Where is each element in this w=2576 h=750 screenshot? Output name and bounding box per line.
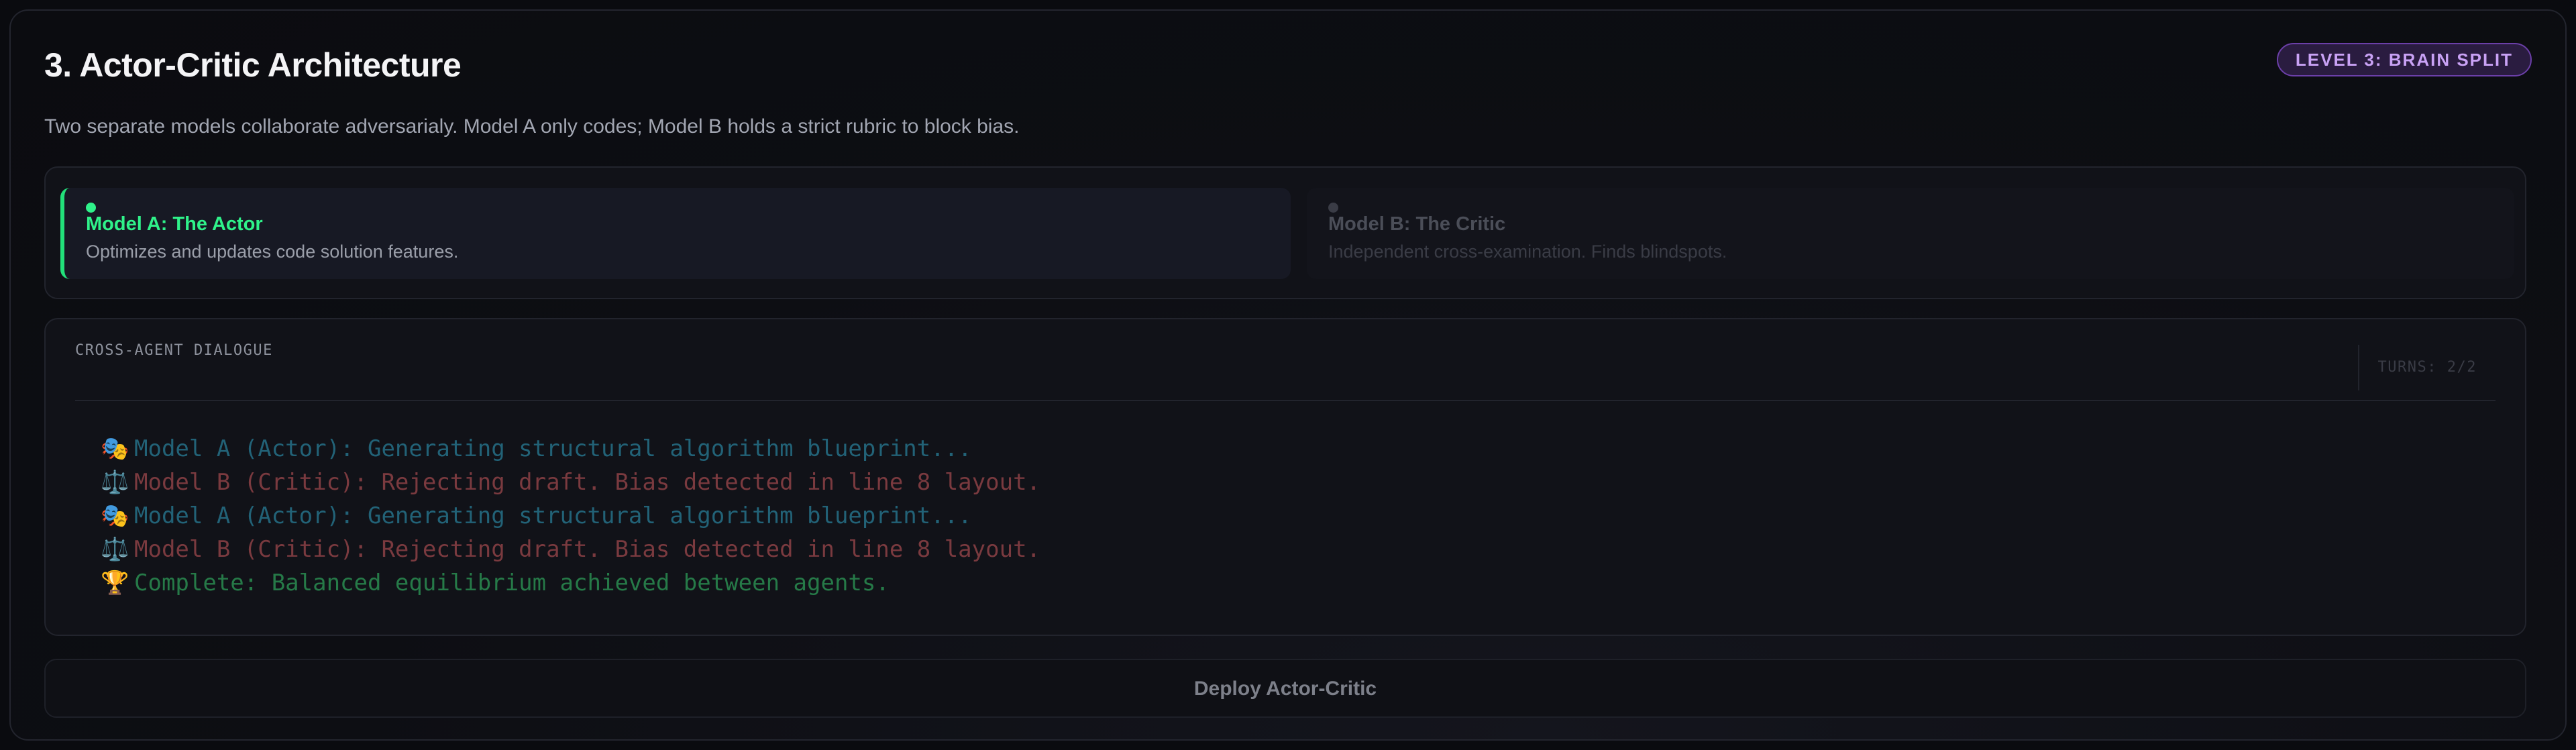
log-line: 🏆 Complete: Balanced equilibrium achieved… — [101, 566, 2470, 600]
page-subtitle: Two separate models collaborate adversar… — [44, 115, 1020, 138]
dialogue-label: CROSS-AGENT DIALOGUE — [75, 342, 273, 359]
status-dot-icon — [86, 203, 96, 213]
log-line: ⚖️ Model B (Critic): Rejecting draft. Bia… — [101, 466, 2470, 499]
trophy-icon: 🏆 — [101, 570, 129, 596]
dialogue-log: 🎭 Model A (Actor): Generating structural … — [75, 401, 2496, 620]
balance-scale-icon: ⚖️ — [101, 469, 129, 496]
model-a-description: Optimizes and updates code solution feat… — [86, 242, 459, 262]
cross-agent-dialogue: CROSS-AGENT DIALOGUE TURNS: 2/2 🎭 Model A… — [44, 318, 2526, 636]
model-b-description: Independent cross-examination. Finds bli… — [1328, 242, 1727, 262]
log-line: 🎭 Model A (Actor): Generating structural … — [101, 432, 2470, 466]
log-text: Model B (Critic): Rejecting draft. Bias … — [134, 469, 1041, 496]
log-text: Model A (Actor): Generating structural a… — [134, 435, 972, 462]
balance-scale-icon: ⚖️ — [101, 536, 129, 563]
model-b-card[interactable]: Model B: The Critic Independent cross-ex… — [1307, 188, 2514, 279]
log-text: Model B (Critic): Rejecting draft. Bias … — [134, 536, 1041, 563]
status-dot-icon — [1328, 203, 1338, 213]
log-line: ⚖️ Model B (Critic): Rejecting draft. Bia… — [101, 533, 2470, 566]
model-a-name: Model A: The Actor — [86, 213, 263, 235]
theater-masks-icon: 🎭 — [101, 502, 129, 529]
log-line: 🎭 Model A (Actor): Generating structural … — [101, 499, 2470, 533]
level-badge: LEVEL 3: BRAIN SPLIT — [2276, 43, 2532, 76]
turns-counter: TURNS: 2/2 — [2357, 345, 2496, 390]
actor-critic-panel: 3. Actor-Critic Architecture LEVEL 3: BR… — [9, 9, 2567, 741]
log-text: Model A (Actor): Generating structural a… — [134, 502, 972, 529]
model-selector: Model A: The Actor Optimizes and updates… — [44, 166, 2526, 299]
model-b-name: Model B: The Critic — [1328, 213, 1506, 235]
model-a-card[interactable]: Model A: The Actor Optimizes and updates… — [60, 188, 1291, 279]
theater-masks-icon: 🎭 — [101, 435, 129, 462]
deploy-button[interactable]: Deploy Actor-Critic — [44, 659, 2526, 718]
log-text: Complete: Balanced equilibrium achieved … — [134, 570, 890, 596]
page-title: 3. Actor-Critic Architecture — [44, 46, 462, 84]
